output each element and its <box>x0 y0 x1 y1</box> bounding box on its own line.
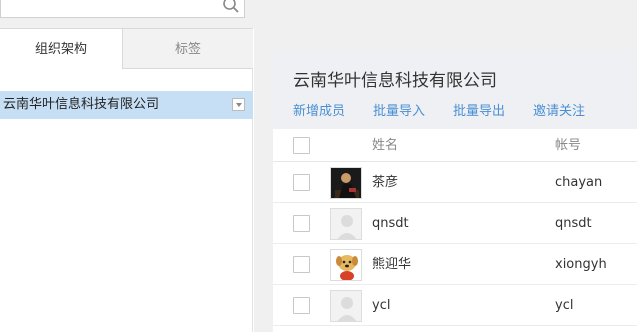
avatar <box>330 167 362 199</box>
table-row[interactable]: qnsdt qnsdt <box>273 204 637 244</box>
row-checkbox[interactable] <box>293 174 310 191</box>
table-row[interactable]: 熊迎华 xiongyh <box>273 245 637 285</box>
avatar <box>330 290 362 322</box>
avatar <box>330 208 362 240</box>
member-name: 熊迎华 <box>372 257 412 272</box>
batch-import-button[interactable]: 批量导入 <box>373 100 425 119</box>
member-account: ycl <box>555 298 574 313</box>
invite-follow-button[interactable]: 邀请关注 <box>533 100 585 119</box>
sidebar-tabs: 组织架构 标签 <box>0 28 253 69</box>
table-header: 姓名 帐号 <box>273 129 637 162</box>
tree-item-company[interactable]: 云南华叶信息科技有限公司 <box>0 91 253 119</box>
column-header-account: 帐号 <box>555 138 582 153</box>
row-checkbox[interactable] <box>293 297 310 314</box>
table-row[interactable]: ycl ycl <box>273 286 637 326</box>
tab-organization[interactable]: 组织架构 <box>0 28 123 69</box>
batch-export-button[interactable]: 批量导出 <box>453 100 505 119</box>
avatar <box>330 249 362 281</box>
add-member-button[interactable]: 新增成员 <box>293 100 345 119</box>
top-bar <box>0 0 637 28</box>
member-account: chayan <box>555 175 603 190</box>
member-name: ycl <box>372 298 391 313</box>
member-panel: 云南华叶信息科技有限公司 新增成员 批量导入 批量导出 邀请关注 姓名 帐号 茶… <box>273 50 637 332</box>
row-checkbox[interactable] <box>293 215 310 232</box>
tab-tags[interactable]: 标签 <box>123 28 253 69</box>
tree-item-label: 云南华叶信息科技有限公司 <box>3 97 160 112</box>
member-name: qnsdt <box>372 216 409 231</box>
select-all-checkbox[interactable] <box>293 137 310 154</box>
default-person-icon <box>331 291 361 321</box>
left-sidebar: 组织架构 标签 云南华叶信息科技有限公司 <box>0 28 253 332</box>
column-header-name: 姓名 <box>372 138 399 153</box>
photo-avatar-icon <box>331 168 361 198</box>
panel-header: 云南华叶信息科技有限公司 新增成员 批量导入 批量导出 邀请关注 <box>273 50 637 129</box>
default-person-icon <box>331 209 361 239</box>
dropdown-arrow-icon[interactable] <box>232 98 245 111</box>
search-icon[interactable] <box>222 0 240 14</box>
member-name: 茶彦 <box>372 175 399 190</box>
search-input[interactable] <box>0 0 245 18</box>
page-title: 云南华叶信息科技有限公司 <box>293 71 497 91</box>
member-account: qnsdt <box>555 216 592 231</box>
member-account: xiongyh <box>555 257 607 272</box>
row-checkbox[interactable] <box>293 256 310 273</box>
table-row[interactable]: 茶彦 chayan <box>273 163 637 203</box>
cartoon-dog-icon <box>331 250 361 280</box>
